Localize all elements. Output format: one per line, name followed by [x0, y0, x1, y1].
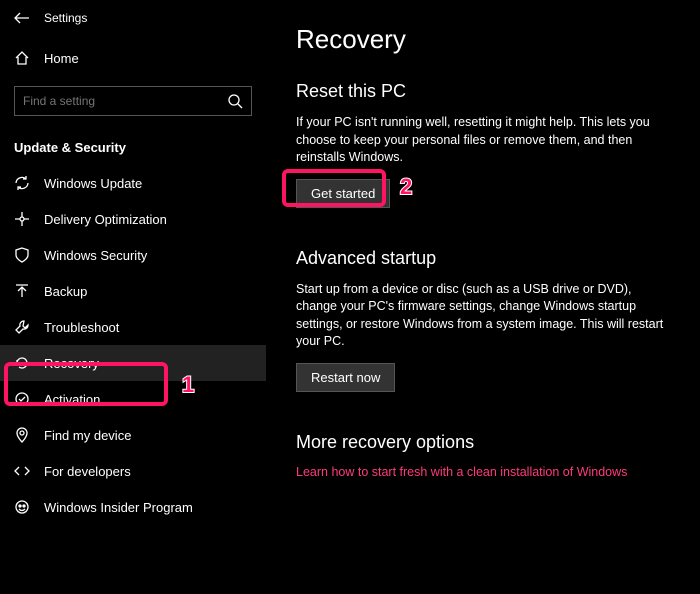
- sidebar-item-troubleshoot[interactable]: Troubleshoot: [0, 309, 266, 345]
- sidebar-item-label: Windows Insider Program: [44, 500, 193, 515]
- delivery-icon: [14, 211, 30, 227]
- sidebar-item-label: Windows Update: [44, 176, 142, 191]
- sidebar-item-backup[interactable]: Backup: [0, 273, 266, 309]
- sidebar-item-label: Windows Security: [44, 248, 147, 263]
- sidebar-item-label: For developers: [44, 464, 131, 479]
- get-started-button[interactable]: Get started: [296, 179, 390, 208]
- location-icon: [14, 427, 30, 443]
- home-label: Home: [44, 51, 79, 66]
- sidebar-item-label: Activation: [44, 392, 100, 407]
- sidebar-item-label: Find my device: [44, 428, 131, 443]
- restart-now-button[interactable]: Restart now: [296, 363, 395, 392]
- more-heading: More recovery options: [296, 432, 676, 453]
- sidebar: Settings Home Update & Security Windows …: [0, 0, 266, 594]
- sidebar-item-label: Delivery Optimization: [44, 212, 167, 227]
- window-title: Settings: [44, 11, 87, 25]
- advanced-description: Start up from a device or disc (such as …: [296, 281, 676, 351]
- sidebar-item-activation[interactable]: Activation: [0, 381, 266, 417]
- sidebar-item-for-developers[interactable]: For developers: [0, 453, 266, 489]
- home-icon: [14, 50, 30, 66]
- insider-icon: [14, 499, 30, 515]
- search-icon: [227, 93, 243, 109]
- annotation-number-2: 2: [400, 174, 412, 200]
- back-icon[interactable]: [14, 10, 30, 26]
- backup-icon: [14, 283, 30, 299]
- sidebar-item-label: Backup: [44, 284, 87, 299]
- home-link[interactable]: Home: [0, 40, 266, 76]
- main-content: Recovery Reset this PC If your PC isn't …: [266, 0, 700, 594]
- category-title: Update & Security: [0, 126, 266, 165]
- advanced-heading: Advanced startup: [296, 248, 676, 269]
- sidebar-item-delivery-optimization[interactable]: Delivery Optimization: [0, 201, 266, 237]
- wrench-icon: [14, 319, 30, 335]
- recovery-icon: [14, 355, 30, 371]
- search-input[interactable]: [23, 94, 203, 108]
- code-icon: [14, 463, 30, 479]
- sidebar-item-windows-update[interactable]: Windows Update: [0, 165, 266, 201]
- sidebar-item-windows-insider[interactable]: Windows Insider Program: [0, 489, 266, 525]
- search-box[interactable]: [14, 86, 252, 116]
- reset-description: If your PC isn't running well, resetting…: [296, 114, 676, 167]
- sidebar-item-label: Recovery: [44, 356, 99, 371]
- page-title: Recovery: [296, 24, 676, 55]
- reset-heading: Reset this PC: [296, 81, 676, 102]
- update-icon: [14, 175, 30, 191]
- annotation-number-1: 1: [182, 372, 194, 398]
- fresh-install-link[interactable]: Learn how to start fresh with a clean in…: [296, 465, 676, 479]
- sidebar-item-recovery[interactable]: Recovery: [0, 345, 266, 381]
- shield-icon: [14, 247, 30, 263]
- header-row: Settings: [0, 6, 266, 40]
- sidebar-item-find-my-device[interactable]: Find my device: [0, 417, 266, 453]
- sidebar-item-label: Troubleshoot: [44, 320, 119, 335]
- sidebar-item-windows-security[interactable]: Windows Security: [0, 237, 266, 273]
- activation-icon: [14, 391, 30, 407]
